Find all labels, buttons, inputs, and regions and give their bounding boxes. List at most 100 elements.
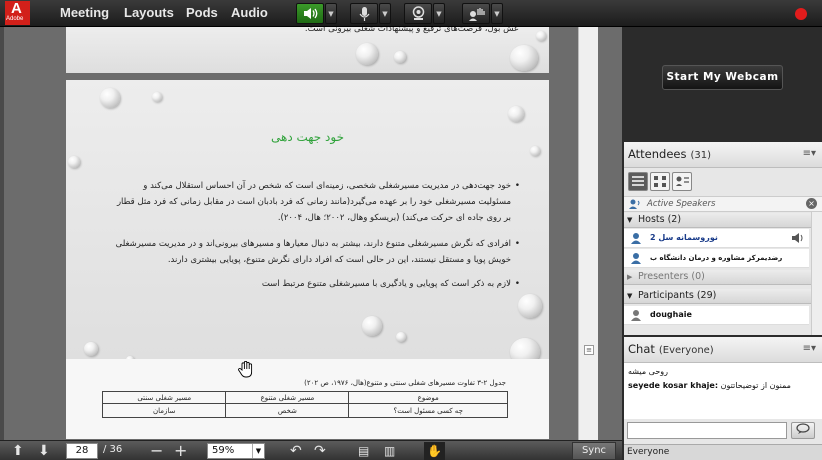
chat-messages: روحی میشه seyede kosar khaje: ممنون از ت… [624, 363, 822, 419]
bullet-text: افرادی که نگرش مسیرشغلی متنوع دارند، بیش… [115, 239, 511, 265]
page-number-input[interactable]: 28 [66, 443, 98, 459]
pod-menu-icon[interactable]: ≡▾ [803, 148, 816, 159]
breakout-view-icon[interactable] [650, 172, 670, 191]
share-scrollbar[interactable]: ≡ [578, 27, 598, 440]
speaker-button[interactable] [296, 3, 324, 24]
share-pod: عش بول، فرصت‌های ترفیع و پیشنهادات شغلی … [0, 27, 622, 460]
table-cell: چه کسی مسئول است؟ [348, 403, 508, 418]
water-drop-decoration [518, 294, 542, 318]
water-drop-decoration [152, 92, 162, 102]
participants-label: Participants (29) [638, 290, 717, 301]
pod-menu-icon[interactable]: ≡▾ [803, 343, 816, 354]
menu-layouts[interactable]: Layouts [124, 5, 174, 20]
close-icon[interactable]: × [806, 198, 817, 209]
current-slide: خود جهت دهی • خود جهت‌دهی در مدیریت مسیر… [66, 80, 549, 378]
page-total: / 36 [103, 444, 123, 455]
speaking-indicator-icon [792, 233, 803, 243]
menu-pods[interactable]: Pods [186, 5, 218, 20]
hosts-group-header[interactable]: ▼ Hosts (2) [624, 213, 822, 228]
status-menu-button[interactable]: ▼ [491, 3, 503, 24]
hosts-label: Hosts (2) [638, 214, 682, 225]
collapse-triangle-icon[interactable]: ▼ [627, 213, 632, 227]
host-user-icon [631, 253, 641, 264]
previous-page-icon[interactable]: ⬆ [12, 442, 24, 460]
webcam-icon [412, 6, 425, 20]
collapse-triangle-icon[interactable]: ▼ [627, 289, 632, 303]
adobe-connect-window: A Adobe Meeting Layouts Pods Audio ▼ ▼ ▼… [0, 0, 822, 460]
adobe-logo: A Adobe [5, 1, 30, 25]
hand-tool-icon[interactable]: ✋ [424, 442, 445, 460]
raise-hand-icon [469, 8, 485, 21]
career-table: موضوع مسیر شغلی متنوع مسیر شغلی سنتی چه … [101, 391, 508, 418]
webcam-menu-button[interactable]: ▼ [433, 3, 445, 24]
attendees-title: Attendees (31) [628, 147, 712, 161]
chat-message: seyede kosar khaje: ممنون از توضیحاتتون [628, 381, 818, 390]
attendees-scrollbar[interactable] [811, 212, 822, 335]
rotate-left-icon[interactable]: ↶ [290, 442, 302, 460]
chat-text: روحی میشه [628, 367, 669, 376]
zoom-out-icon[interactable]: − [150, 442, 163, 460]
host-name: رضدیمرکز مشاوره و درمان دانشگاه ب [650, 254, 783, 262]
active-speakers-label: Active Speakers [647, 199, 716, 209]
expand-triangle-icon[interactable]: ▶ [627, 270, 632, 284]
start-webcam-button[interactable]: Start My Webcam [662, 65, 783, 90]
webcam-toolbar-button[interactable] [404, 3, 432, 24]
water-drop-decoration [396, 332, 406, 342]
water-drop-decoration [510, 45, 538, 71]
sync-button[interactable]: Sync [572, 442, 616, 460]
recording-indicator-icon[interactable] [795, 8, 807, 20]
participant-row[interactable]: doughaie [624, 306, 809, 325]
adobe-logo-mark: A [11, 0, 22, 17]
chat-recipient-tab[interactable]: Everyone [624, 444, 822, 460]
status-view-icon[interactable] [672, 172, 692, 191]
zoom-select[interactable]: 59% ▼ [207, 443, 265, 459]
water-drop-decoration [394, 51, 406, 63]
presenters-label: Presenters (0) [638, 271, 705, 282]
send-message-button[interactable] [791, 422, 815, 439]
raise-hand-button[interactable] [462, 3, 490, 24]
water-drop-decoration [530, 146, 540, 156]
zoom-in-icon[interactable]: + [174, 442, 187, 460]
bullet-dot: • [514, 239, 520, 249]
microphone-menu-button[interactable]: ▼ [379, 3, 391, 24]
water-drop-decoration [68, 156, 80, 168]
speaker-menu-button[interactable]: ▼ [325, 3, 337, 24]
water-drop-decoration [536, 31, 546, 41]
list-view-icon[interactable] [628, 172, 648, 191]
menu-audio[interactable]: Audio [231, 5, 268, 20]
speaker-icon [304, 8, 318, 19]
fit-width-icon[interactable]: ▤ [358, 442, 369, 460]
participants-group-header[interactable]: ▼ Participants (29) [624, 289, 822, 304]
menu-meeting[interactable]: Meeting [60, 5, 109, 20]
next-slide: جدول ۲-۳ تفاوت مسیرهای شغلی سنتی و متنوع… [66, 359, 549, 439]
table-caption: جدول ۲-۳ تفاوت مسیرهای شغلی سنتی و متنوع… [304, 379, 506, 387]
chat-scope: (Everyone) [658, 345, 714, 356]
bullet-dot: • [514, 181, 520, 191]
zoom-value: 59% [212, 445, 235, 456]
fit-page-icon[interactable]: ▥ [384, 442, 395, 460]
host-row[interactable]: 2 نوروسمانه سل [624, 229, 809, 248]
chat-input[interactable] [627, 422, 787, 439]
chevron-down-icon[interactable]: ▼ [252, 444, 264, 458]
document-navbar: ⬆ ⬇ 28 / 36 − + 59% ▼ ↶ ↷ ▤ ▥ ✋ Sync [0, 440, 622, 460]
slide-bullet: • لازم به ذکر است که پویایی و یادگیری با… [111, 276, 520, 292]
chat-pod: Chat (Everyone) ≡▾ روحی میشه seyede kosar… [622, 337, 822, 460]
slide-bullet: • افرادی که نگرش مسیرشغلی متنوع دارند، ب… [111, 236, 520, 268]
next-page-icon[interactable]: ⬇ [38, 442, 50, 460]
host-row[interactable]: رضدیمرکز مشاوره و درمان دانشگاه ب [624, 249, 809, 268]
attendees-header: Attendees (31) ≡▾ [624, 142, 822, 168]
table-header: مسیر شغلی سنتی [101, 391, 227, 404]
active-speakers-bar: Active Speakers × [624, 196, 822, 212]
chat-sender: seyede kosar khaje: [628, 381, 719, 390]
rotate-right-icon[interactable]: ↷ [314, 442, 326, 460]
chat-text: ممنون از توضیحاتتون [720, 381, 791, 390]
microphone-button[interactable] [350, 3, 378, 24]
bullet-text: خود جهت‌دهی در مدیریت مسیرشغلی شخصی، زمی… [116, 181, 511, 223]
presenters-group-header[interactable]: ▶ Presenters (0) [624, 270, 822, 285]
table-cell: سازمان [101, 403, 227, 418]
water-drop-decoration [100, 88, 120, 108]
attendees-count: (31) [690, 150, 712, 161]
hand-cursor-icon [238, 361, 253, 378]
scrollbar-grip-icon[interactable]: ≡ [584, 345, 594, 355]
chat-title: Chat (Everyone) [628, 342, 714, 356]
